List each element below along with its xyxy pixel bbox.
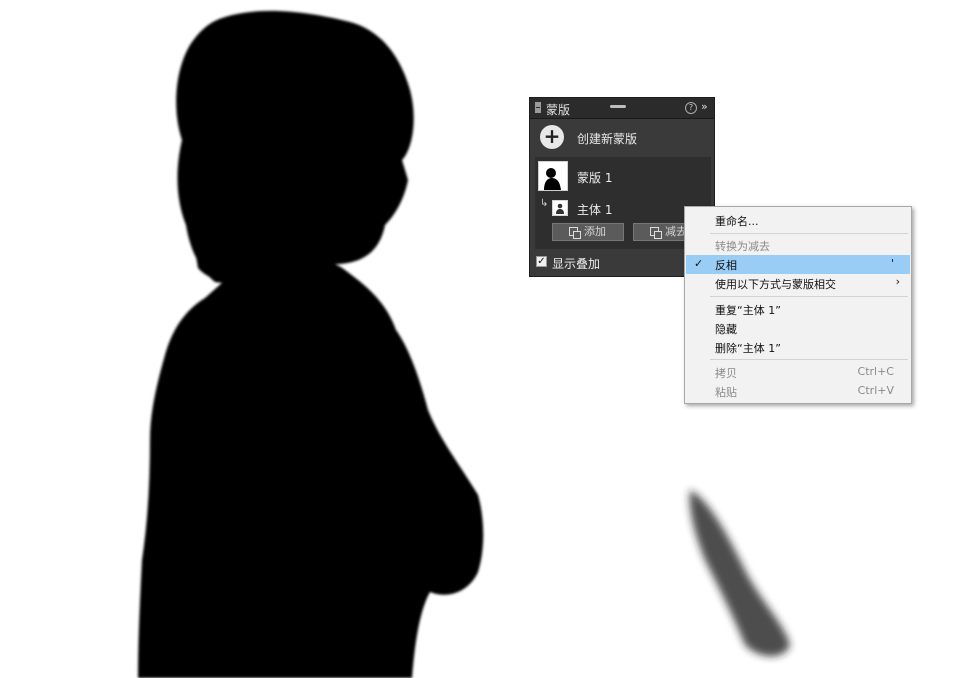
menu-item-rename[interactable]: 重命名... [686,211,910,230]
menu-separator [710,233,908,234]
silhouette-thumbnail-icon [539,162,567,190]
show-overlay-label: 显示叠加 [552,257,601,271]
menu-item-label: 反相 [715,259,737,272]
menu-item-label: 粘贴 [715,386,737,399]
menu-item-label: 重复“主体 1” [715,304,781,317]
menu-item-paste[interactable]: 粘贴 Ctrl+V [686,382,910,401]
menu-item-shortcut: Ctrl+C [857,365,894,378]
subtract-mask-icon [650,227,662,239]
double-chevron-right-icon[interactable]: » [701,100,708,113]
menu-item-shortcut: Ctrl+V [857,384,894,397]
menu-item-label: 使用以下方式与蒙版相交 [715,278,836,291]
context-menu: 重命名... 转换为减去 ✓ 反相 ' 使用以下方式与蒙版相交 › 重复“主体 … [684,206,912,404]
subject-person-icon [553,201,567,215]
create-mask-label: 创建新蒙版 [577,132,638,146]
menu-item-label: 转换为减去 [715,240,770,253]
menu-separator [710,296,908,297]
submask-name: 主体 1 [577,203,613,217]
menu-item-duplicate[interactable]: 重复“主体 1” [686,300,910,319]
panel-header[interactable]: 蒙版 ? » [530,98,714,119]
mask-name: 蒙版 1 [577,171,613,185]
menu-item-label: 隐藏 [715,323,737,336]
mask-smudge [689,490,790,657]
menu-item-invert[interactable]: ✓ 反相 ' [686,255,910,274]
plus-circle-icon[interactable]: + [540,125,564,149]
menu-separator [710,359,908,360]
mask-thumbnail[interactable] [538,161,568,191]
menu-item-label: 拷贝 [715,367,737,380]
menu-item-intersect-with[interactable]: 使用以下方式与蒙版相交 › [686,274,910,293]
menu-item-label: 重命名... [715,215,759,228]
help-icon[interactable]: ? [685,102,697,114]
checkmark-icon: ✓ [694,257,704,270]
chevron-right-icon: › [895,275,900,288]
menu-item-copy[interactable]: 拷贝 Ctrl+C [686,363,910,382]
add-button[interactable]: 添加 [552,223,624,241]
menu-item-convert-subtract[interactable]: 转换为减去 [686,236,910,255]
submask-thumbnail[interactable] [552,200,568,216]
drag-handle[interactable] [610,105,626,108]
show-overlay-checkbox[interactable]: ✓ [536,256,547,267]
menu-item-delete[interactable]: 删除“主体 1” [686,338,910,357]
panel-grip-icon[interactable] [535,102,541,113]
panel-title: 蒙版 [546,103,571,117]
add-mask-icon [569,227,581,239]
subject-silhouette [138,10,484,678]
menu-item-shortcut: ' [890,257,894,270]
add-button-label: 添加 [584,225,606,238]
submask-arrow-icon: ↳ [540,198,549,209]
menu-item-hide[interactable]: 隐藏 [686,319,910,338]
menu-item-label: 删除“主体 1” [715,342,781,355]
